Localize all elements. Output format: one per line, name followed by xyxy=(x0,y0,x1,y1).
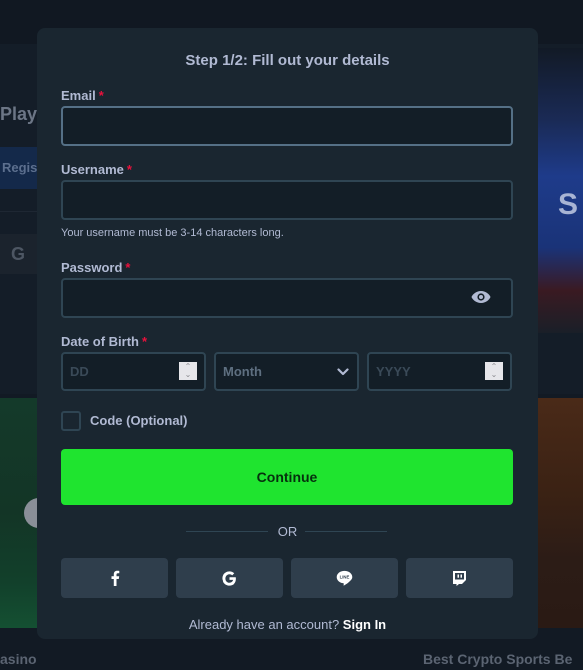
code-checkbox[interactable] xyxy=(61,411,81,431)
signin-link[interactable]: Sign In xyxy=(343,617,386,632)
day-spinner[interactable]: ⌃ ⌄ xyxy=(179,362,197,380)
username-hint: Your username must be 3-14 characters lo… xyxy=(61,227,284,239)
dob-label: Date of Birth * xyxy=(61,334,147,349)
dob-label-text: Date of Birth xyxy=(61,334,139,349)
or-label: OR xyxy=(277,524,298,539)
google-icon xyxy=(222,570,236,586)
code-checkbox-label[interactable]: Code (Optional) xyxy=(90,413,188,428)
signin-row: Already have an account? Sign In xyxy=(37,617,538,632)
email-input[interactable] xyxy=(61,106,513,146)
facebook-icon xyxy=(111,570,119,586)
twitch-login-button[interactable] xyxy=(406,558,513,598)
signin-prompt: Already have an account? xyxy=(188,617,340,632)
svg-text:LINE: LINE xyxy=(340,575,350,580)
background-register-button: Regis xyxy=(0,147,40,189)
background-divider xyxy=(0,211,40,212)
dob-month-select[interactable]: Month xyxy=(214,352,359,391)
required-marker: * xyxy=(98,88,104,103)
eye-icon[interactable] xyxy=(471,290,491,304)
background-google-icon: G xyxy=(0,234,40,274)
line-login-button[interactable]: LINE xyxy=(291,558,398,598)
background-casino-caption: asino xyxy=(0,651,37,667)
background-player-image: S xyxy=(538,48,583,333)
twitch-icon xyxy=(453,571,466,586)
spinner-down-icon[interactable]: ⌄ xyxy=(491,370,498,379)
dob-day-placeholder: DD xyxy=(70,364,89,379)
registration-modal: Step 1/2: Fill out your details Email * U… xyxy=(37,28,538,639)
email-label-text: Email xyxy=(61,88,96,103)
email-label: Email * xyxy=(61,88,104,103)
continue-button[interactable]: Continue xyxy=(61,449,513,505)
google-login-button[interactable] xyxy=(176,558,283,598)
username-label: Username * xyxy=(61,162,132,177)
password-input[interactable] xyxy=(61,278,513,318)
background-heading: Play xyxy=(0,104,38,124)
required-marker: * xyxy=(125,260,131,275)
line-icon: LINE xyxy=(336,570,353,586)
modal-title: Step 1/2: Fill out your details xyxy=(185,52,390,69)
password-label: Password * xyxy=(61,260,130,275)
username-input[interactable] xyxy=(61,180,513,220)
username-label-text: Username xyxy=(61,162,124,177)
background-sports-caption: Best Crypto Sports Be xyxy=(423,651,573,667)
spinner-down-icon[interactable]: ⌄ xyxy=(185,370,192,379)
dob-month-value: Month xyxy=(223,364,262,379)
dob-year-placeholder: YYYY xyxy=(376,364,411,379)
required-marker: * xyxy=(142,334,148,349)
dob-year-input[interactable]: YYYY ⌃ ⌄ xyxy=(367,352,512,391)
jersey-logo: S xyxy=(558,188,579,221)
chevron-down-icon xyxy=(337,368,349,376)
background-sports-card xyxy=(536,398,583,628)
or-divider-right xyxy=(305,531,387,532)
background-casino-card xyxy=(0,398,54,628)
password-label-text: Password xyxy=(61,260,123,275)
required-marker: * xyxy=(126,162,132,177)
dob-day-input[interactable]: DD ⌃ ⌄ xyxy=(61,352,206,391)
facebook-login-button[interactable] xyxy=(61,558,168,598)
year-spinner[interactable]: ⌃ ⌄ xyxy=(485,362,503,380)
